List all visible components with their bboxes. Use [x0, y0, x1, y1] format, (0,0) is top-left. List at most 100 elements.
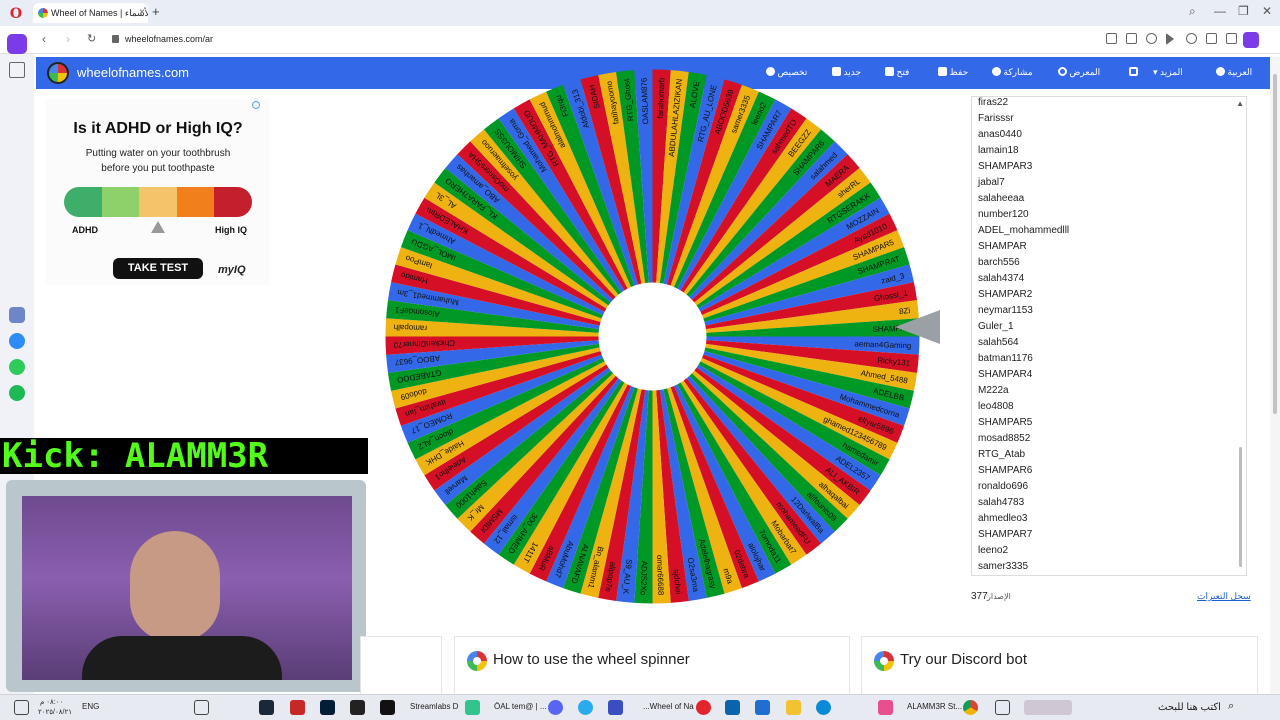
- entry-item[interactable]: barch556: [978, 255, 1069, 271]
- taskbar-search[interactable]: اكتب هنا للبحث: [1158, 702, 1221, 713]
- card-partial[interactable]: [360, 636, 442, 694]
- clock-time[interactable]: ٠٨:٠٠ م: [40, 698, 63, 706]
- edit-icon[interactable]: [1106, 33, 1117, 44]
- clock-date[interactable]: ٢٠٢٥/٠٨/٢١: [38, 708, 72, 716]
- fullscreen-button[interactable]: [1123, 67, 1138, 77]
- take-test-button[interactable]: TAKE TEST: [113, 258, 203, 279]
- menu-icon[interactable]: [1226, 33, 1237, 44]
- app-icon[interactable]: [290, 700, 305, 715]
- opera-icon[interactable]: [696, 700, 711, 715]
- opera-logo-icon[interactable]: O: [8, 6, 24, 22]
- card-discord[interactable]: Try our Discord bot: [861, 636, 1258, 694]
- entry-item[interactable]: SHAMPAR4: [978, 367, 1069, 383]
- search-highlight-icon[interactable]: [1024, 700, 1072, 715]
- entry-item[interactable]: mosad8852: [978, 431, 1069, 447]
- shield-icon[interactable]: [1146, 33, 1157, 44]
- app-icon[interactable]: [608, 700, 623, 715]
- entry-item[interactable]: Guler_1: [978, 319, 1069, 335]
- wheel-logo-icon[interactable]: [47, 62, 69, 84]
- name-wheel[interactable]: aeman4GamingRicky131Ahmed_5488ADELBBMoha…: [385, 69, 920, 604]
- entries-panel[interactable]: firas22 Farisssr anas0440 lamain18 SHAMPAR3 j…: [971, 96, 1247, 576]
- entry-item[interactable]: jabal7: [978, 175, 1069, 191]
- app-store-icon[interactable]: [9, 307, 25, 323]
- spotify-icon[interactable]: [9, 385, 25, 401]
- entry-item[interactable]: leo4808: [978, 399, 1069, 415]
- entry-item[interactable]: salah4783: [978, 495, 1069, 511]
- tiktok-icon[interactable]: [380, 700, 395, 715]
- entry-item[interactable]: ADEL_mohammedlll: [978, 223, 1069, 239]
- entry-item[interactable]: salaheeaa: [978, 191, 1069, 207]
- minimize-icon[interactable]: —: [1214, 4, 1226, 18]
- entry-item[interactable]: SHAMPAR6: [978, 463, 1069, 479]
- menu-more[interactable]: ▾ المزيد: [1153, 67, 1183, 78]
- page-scrollbar-thumb[interactable]: [1273, 74, 1277, 414]
- entry-item[interactable]: lamain18: [978, 143, 1069, 159]
- task-streamlabs[interactable]: Streamlabs D: [410, 702, 458, 711]
- advertisement[interactable]: Is it ADHD or High IQ? Putting water on …: [46, 99, 270, 285]
- entry-item[interactable]: SHAMPAR3: [978, 159, 1069, 175]
- entry-item[interactable]: anas0440: [978, 127, 1069, 143]
- heart-icon[interactable]: [1186, 33, 1197, 44]
- folder-icon[interactable]: [786, 700, 801, 715]
- whatsapp-icon[interactable]: [9, 359, 25, 375]
- task-chrome[interactable]: ALAMM3R St...: [907, 702, 962, 711]
- forward-icon[interactable]: ›: [66, 32, 70, 46]
- scroll-up-icon[interactable]: ▲: [1236, 99, 1244, 108]
- discord-icon[interactable]: [548, 700, 563, 715]
- task-discord[interactable]: ÖAL tem@ | ...: [494, 702, 547, 711]
- extension-icon[interactable]: [1243, 32, 1259, 48]
- camera-icon[interactable]: [1126, 33, 1137, 44]
- menu-share[interactable]: مشاركة: [986, 67, 1033, 78]
- entries-scrollbar[interactable]: [1239, 447, 1242, 567]
- photoshop-icon[interactable]: [320, 700, 335, 715]
- home-icon[interactable]: [7, 34, 27, 54]
- entry-item[interactable]: SHAMPAR2: [978, 287, 1069, 303]
- play-icon[interactable]: [1166, 33, 1174, 45]
- entry-item[interactable]: salah564: [978, 335, 1069, 351]
- entry-item[interactable]: M222a: [978, 383, 1069, 399]
- entry-item[interactable]: SHAMPAR7: [978, 527, 1069, 543]
- app-icon[interactable]: [878, 700, 893, 715]
- star-icon[interactable]: [9, 62, 25, 78]
- card-how-to[interactable]: How to use the wheel spinner: [454, 636, 850, 694]
- entry-item[interactable]: samer3335: [978, 559, 1069, 575]
- entry-item[interactable]: ahmedleo3: [978, 511, 1069, 527]
- telegram-icon[interactable]: [578, 700, 593, 715]
- search-icon[interactable]: ⌕: [1228, 700, 1234, 713]
- start-icon[interactable]: [755, 700, 770, 715]
- app-icon[interactable]: [350, 700, 365, 715]
- browser-tab-active[interactable]: Wheel of Names | دولاب الأسماء ×: [33, 3, 148, 23]
- wheel-center[interactable]: [598, 282, 707, 391]
- entry-item[interactable]: ronaldo696: [978, 479, 1069, 495]
- outlook-icon[interactable]: [725, 700, 740, 715]
- search-tabs-icon[interactable]: ⌕: [1189, 4, 1196, 19]
- maximize-icon[interactable]: ❐: [1238, 4, 1249, 18]
- menu-language[interactable]: العربية: [1210, 67, 1252, 78]
- site-brand[interactable]: wheelofnames.com: [77, 65, 189, 80]
- edge-icon[interactable]: [816, 700, 831, 715]
- entry-item[interactable]: leeno2: [978, 543, 1069, 559]
- new-tab-icon[interactable]: +: [152, 4, 160, 19]
- url-field[interactable]: wheelofnames.com/ar: [112, 34, 213, 44]
- menu-save[interactable]: حفظ: [932, 67, 968, 78]
- ad-info-icon[interactable]: [252, 101, 260, 109]
- task-view-icon[interactable]: [995, 700, 1010, 715]
- entry-item[interactable]: SHAMPAR5: [978, 415, 1069, 431]
- entry-item[interactable]: salah4374: [978, 271, 1069, 287]
- entry-item[interactable]: batman1176: [978, 351, 1069, 367]
- entry-item[interactable]: neymar1153: [978, 303, 1069, 319]
- streamlabs-icon[interactable]: [465, 700, 480, 715]
- language-indicator[interactable]: ENG: [82, 702, 99, 711]
- menu-gallery[interactable]: المعرض: [1052, 67, 1100, 78]
- download-icon[interactable]: [1206, 33, 1217, 44]
- entry-item[interactable]: firas22: [978, 97, 1069, 111]
- tab-close-icon[interactable]: ×: [139, 3, 145, 23]
- entries-list[interactable]: firas22 Farisssr anas0440 lamain18 SHAMPAR3 j…: [978, 97, 1069, 575]
- messenger-icon[interactable]: [9, 333, 25, 349]
- keyboard-icon[interactable]: [194, 700, 209, 715]
- entry-item[interactable]: RTG_Atab: [978, 447, 1069, 463]
- notification-icon[interactable]: [14, 700, 29, 715]
- task-wheel[interactable]: ...Wheel of Na: [643, 702, 694, 711]
- entry-item[interactable]: SHAMPAR: [978, 239, 1069, 255]
- results-link[interactable]: سجل التعيرات: [1197, 591, 1251, 602]
